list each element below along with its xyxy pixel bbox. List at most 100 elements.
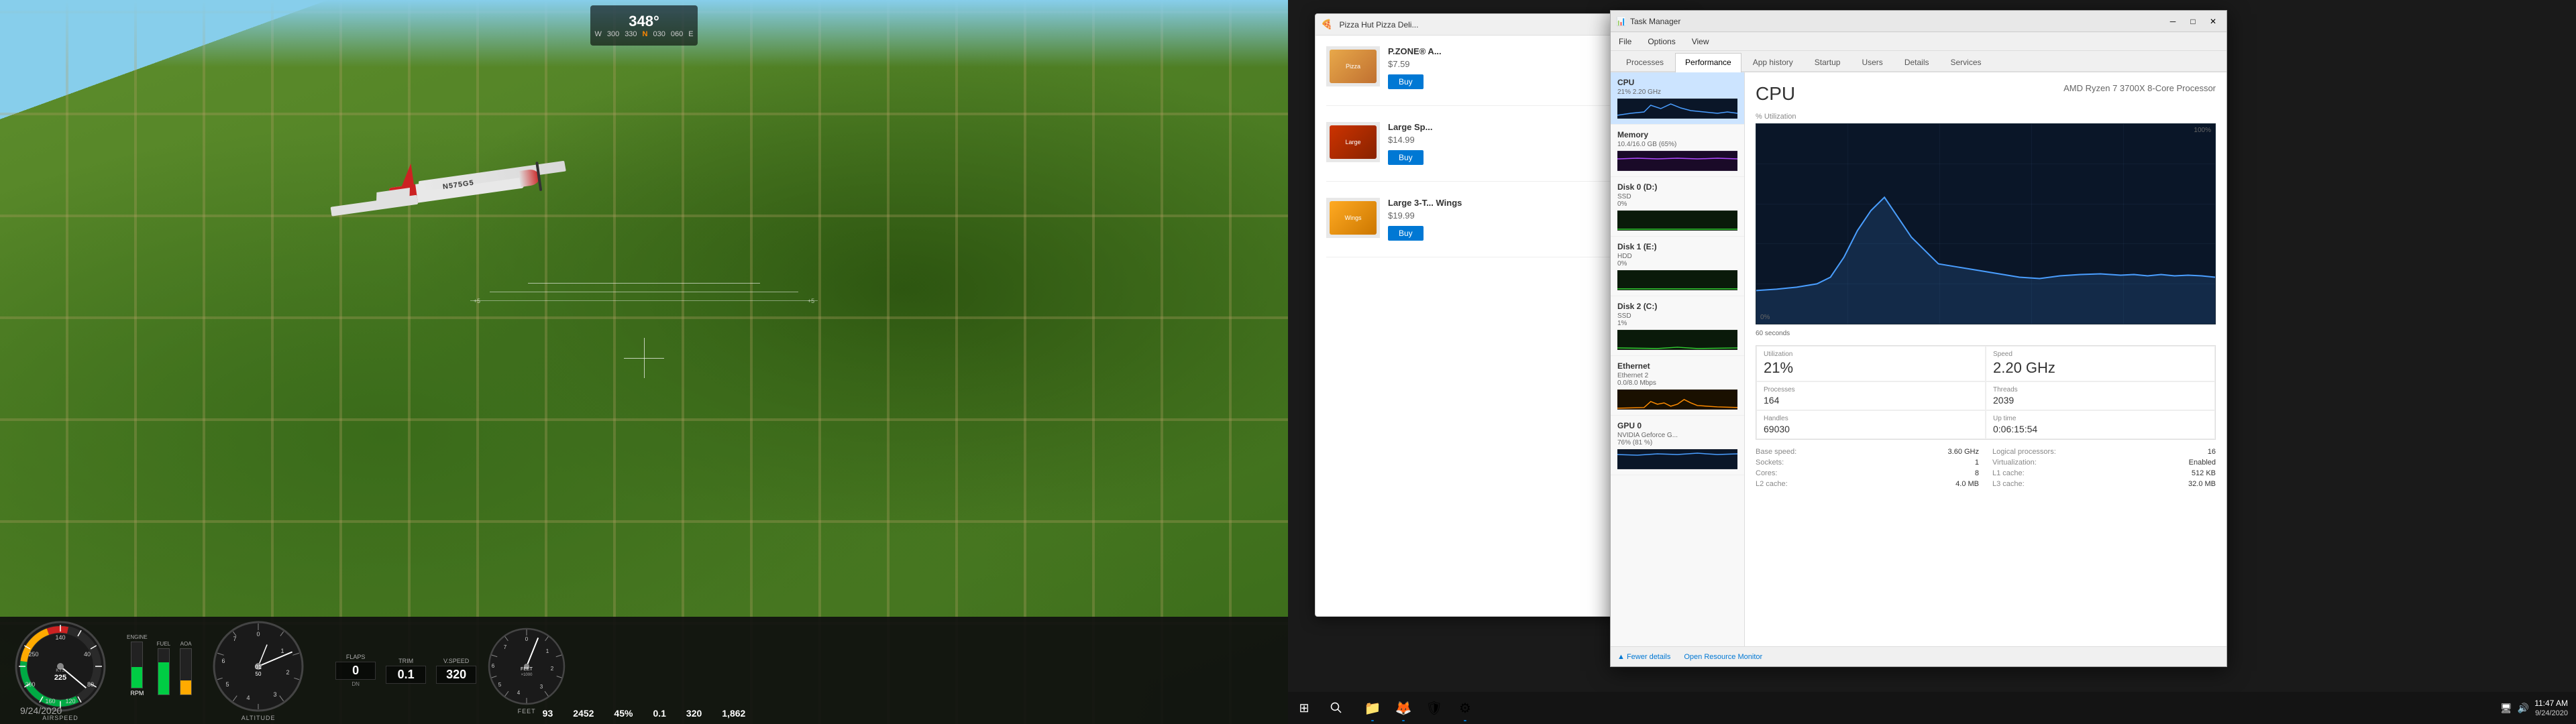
stat-threads: Threads 2039 [1986,381,2215,410]
sidebar-item-disk1[interactable]: Disk 1 (E:) HDD0% [1611,237,1744,296]
res-name-disk2: Disk 2 (C:) [1617,302,1737,311]
svg-text:200: 200 [25,681,35,688]
taskbar-app-firefox[interactable]: 🦊 [1389,693,1418,723]
stat-uptime: Up time 0:06:15:54 [1986,410,2215,439]
tm-main-content: CPU AMD Ryzen 7 3700X 8-Core Processor %… [1745,72,2226,646]
val-cores: 8 [1975,469,1979,477]
svg-text:0: 0 [525,636,529,642]
res-mini-graph-gpu [1617,449,1737,469]
tm-tabs: Processes Performance App history Startu… [1611,51,2226,72]
sidebar-item-cpu[interactable]: CPU 21% 2.20 GHz [1611,72,1744,125]
res-name-gpu: GPU 0 [1617,421,1737,430]
cpu-details: Base speed: 3.60 GHz Logical processors:… [1756,448,2216,488]
search-button[interactable] [1320,692,1352,724]
svg-text:0: 0 [257,631,260,638]
val-base-speed: 3.60 GHz [1948,448,1979,456]
tab-processes[interactable]: Processes [1616,53,1674,71]
clock-time: 11:47 AM [2534,699,2568,709]
graph-time-label: 60 seconds [1756,330,2216,337]
svg-text:160: 160 [45,698,55,705]
stat-speed-label: Speed [1993,351,2208,358]
hud-compass: 348° W 300 330 N 030 060 E [590,5,698,46]
engine-bar [131,642,143,688]
task-manager-window[interactable]: 📊 Task Manager ─ □ ✕ File Options View P… [1610,10,2227,667]
right-instruments: FLAPS 0 DN TRIM 0.1 V.SPEED 320 [335,626,567,715]
detail-virtualization: Virtualization: Enabled [1992,459,2216,467]
vspeed-bottom-val: 320 [686,708,702,719]
stat-threads-value: 2039 [1993,395,2208,406]
open-resource-monitor-btn[interactable]: Open Resource Monitor [1684,653,1762,661]
res-detail-memory: 10.4/16.0 GB (65%) [1617,141,1737,148]
res-name-cpu: CPU [1617,78,1737,87]
aoa-bar [180,648,192,695]
svg-text:1: 1 [546,648,549,654]
stat-processes-label: Processes [1764,386,1978,394]
airspeed-bottom-val: 93 [543,708,553,719]
tab-services[interactable]: Services [1941,53,1992,71]
res-name-disk1: Disk 1 (E:) [1617,242,1737,251]
store-item-thumb: Pizza [1326,46,1380,86]
engine-bar-group: ENGINE RPM [127,634,148,697]
store-item-thumb: Wings [1326,198,1380,238]
flight-sim-panel: 348° W 300 330 N 030 060 E +5 +5 [0,0,1288,724]
tab-app-history[interactable]: App history [1743,53,1803,71]
taskbar-app-explorer[interactable]: 📁 [1358,693,1387,723]
store-buy-btn-2[interactable]: Buy [1388,150,1424,165]
altitude-gauge: 0 1 2 3 4 5 6 7 01 50 [211,619,305,713]
store-buy-btn-3[interactable]: Buy [1388,226,1424,241]
clock-date: 9/24/2020 [2534,709,2568,717]
tab-users[interactable]: Users [1851,53,1892,71]
svg-text:2: 2 [551,666,554,672]
fewer-details-btn[interactable]: ▲ Fewer details [1617,653,1670,661]
svg-text:×1000: ×1000 [521,673,533,677]
sidebar-item-ethernet[interactable]: Ethernet Ethernet 20.0/8.0 Mbps [1611,356,1744,416]
tab-details[interactable]: Details [1894,53,1939,71]
feet-gauge: 0 1 2 3 4 5 6 7 FEET ×1000 [486,626,567,707]
stat-handles-label: Handles [1764,415,1978,422]
val-l1-cache: 512 KB [2192,469,2216,477]
sidebar-item-gpu[interactable]: GPU 0 NVIDIA Geforce G...76% (81 %) [1611,416,1744,475]
tm-menu-options[interactable]: Options [1645,36,1678,48]
taskbar-app-shield[interactable]: 🛡 [1419,693,1449,723]
cpu-graph: 100% 0% [1756,123,2216,324]
taskbar-tray: 🖥 🔊 11:47 AM 9/24/2020 [2500,699,2576,717]
sidebar-item-memory[interactable]: Memory 10.4/16.0 GB (65%) [1611,125,1744,177]
tm-menu-file[interactable]: File [1616,36,1634,48]
res-name-disk0: Disk 0 (D:) [1617,182,1737,192]
bottom-instrument-values: 93 2452 45% 0.1 320 1,862 [543,708,746,719]
sidebar-item-disk2[interactable]: Disk 2 (C:) SSD1% [1611,296,1744,356]
taskbar-app-settings[interactable]: ⚙ [1450,693,1480,723]
svg-text:7: 7 [233,636,237,642]
tm-maximize-btn[interactable]: □ [2185,13,2201,29]
svg-text:FEET: FEET [521,667,533,672]
stat-speed-value: 2.20 GHz [1993,359,2208,377]
tm-close-btn[interactable]: ✕ [2205,13,2221,29]
res-mini-graph-cpu [1617,99,1737,119]
res-detail-ethernet: Ethernet 20.0/8.0 Mbps [1617,372,1737,387]
val-sockets: 1 [1975,459,1979,467]
val-l2-cache: 4.0 MB [1955,480,1979,488]
stat-speed: Speed 2.20 GHz [1986,346,2215,381]
tab-startup[interactable]: Startup [1805,53,1851,71]
rpm-val: 2452 [573,708,594,719]
fuel-bar [158,648,170,695]
svg-text:80: 80 [87,681,94,688]
stat-handles: Handles 69030 [1756,410,1986,439]
hud-crosshair [624,338,664,378]
tray-clock[interactable]: 11:47 AM 9/24/2020 [2534,699,2568,717]
tab-performance[interactable]: Performance [1675,53,1741,72]
airspeed-gauge: 140 40 80 120 160 200 250 KTS 225 [13,619,107,713]
start-button[interactable]: ⊞ [1288,692,1320,724]
svg-text:3: 3 [274,691,277,698]
flaps-instrument: FLAPS 0 DN [335,654,376,687]
sidebar-item-disk0[interactable]: Disk 0 (D:) SSD0% [1611,177,1744,237]
stat-processes: Processes 164 [1756,381,1986,410]
detail-l1-cache: L1 cache: 512 KB [1992,469,2216,477]
tm-title: Task Manager [1630,17,2161,26]
aoa-bar-fill [180,680,191,694]
svg-text:KTS: KTS [56,668,65,673]
trim-value: 0.1 [386,666,426,684]
store-buy-btn[interactable]: Buy [1388,74,1424,89]
tm-menu-view[interactable]: View [1689,36,1712,48]
tm-minimize-btn[interactable]: ─ [2165,13,2181,29]
